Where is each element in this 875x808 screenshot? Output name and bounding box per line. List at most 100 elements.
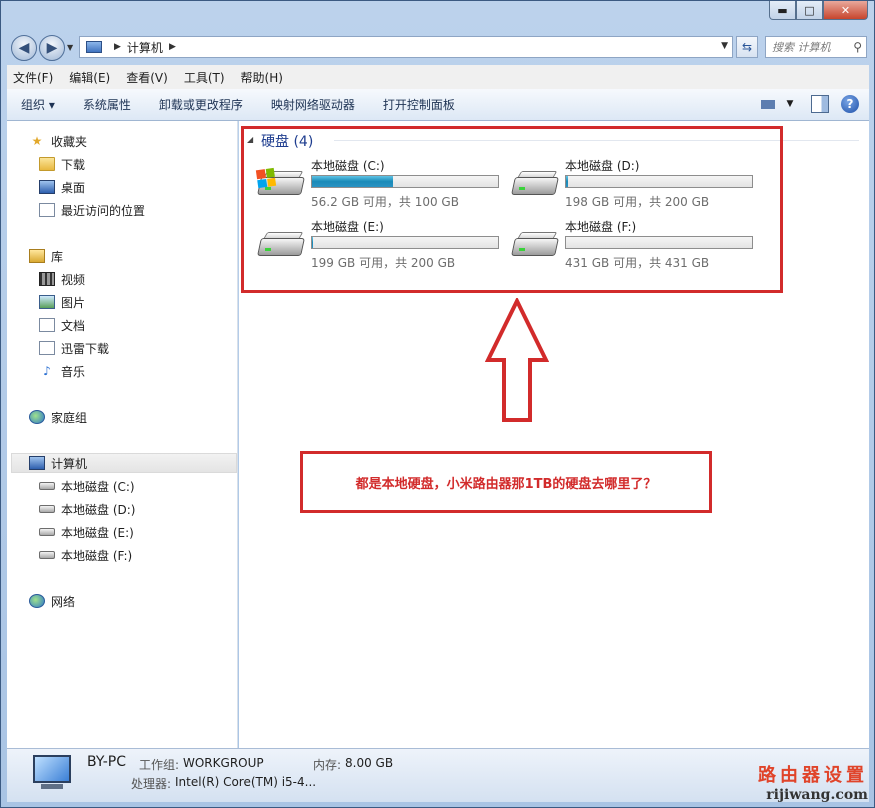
map-network-drive-button[interactable]: 映射网络驱动器 <box>271 96 355 113</box>
hard-drive-icon <box>39 528 55 536</box>
star-icon: ★ <box>31 134 43 148</box>
nav-item-label: 最近访问的位置 <box>61 203 146 218</box>
nav-item-label: 下载 <box>61 157 86 172</box>
video-icon <box>39 272 55 286</box>
pc-name: BY-PC <box>87 754 126 770</box>
annotation-up-arrow-icon <box>485 298 549 422</box>
refresh-button[interactable]: ⇆ <box>736 36 758 58</box>
recent-pages-dropdown[interactable]: ▼ <box>67 43 73 52</box>
nav-libraries[interactable]: 库 <box>29 246 63 266</box>
site-watermark: 路由器设置 rijiwang.com <box>758 761 868 803</box>
nav-item-recent-places[interactable]: 最近访问的位置 <box>39 200 145 220</box>
homegroup-icon <box>29 410 45 424</box>
recent-places-icon <box>39 203 55 217</box>
computer-icon <box>86 41 102 53</box>
annotation-highlight-box <box>241 126 783 293</box>
uninstall-program-button[interactable]: 卸载或更改程序 <box>159 96 243 113</box>
nav-computer-label: 计算机 <box>51 456 88 471</box>
nav-item-drive-d[interactable]: 本地磁盘 (D:) <box>39 499 135 519</box>
nav-item-desktop[interactable]: 桌面 <box>39 177 85 197</box>
nav-homegroup[interactable]: 家庭组 <box>29 407 87 427</box>
nav-network[interactable]: 网络 <box>29 591 75 611</box>
arrow-left-icon: ◀ <box>18 40 30 56</box>
menu-help[interactable]: 帮助(H) <box>241 69 283 86</box>
nav-item-label: 本地磁盘 (F:) <box>61 548 133 563</box>
annotation-note: 都是本地硬盘，小米路由器那1TB的硬盘去哪里了？ <box>300 451 712 513</box>
window-controls: ▬ □ ✕ <box>769 1 868 20</box>
help-icon[interactable]: ? <box>841 95 859 113</box>
organize-button[interactable]: 组织 ▾ <box>21 96 55 113</box>
annotation-note-text: 都是本地硬盘，小米路由器那1TB的硬盘去哪里了？ <box>355 476 657 492</box>
watermark-cn: 路由器设置 <box>758 765 868 786</box>
close-button[interactable]: ✕ <box>823 1 868 20</box>
menu-bar: 文件(F) 编辑(E) 查看(V) 工具(T) 帮助(H) <box>7 65 869 89</box>
nav-item-documents[interactable]: 文档 <box>39 315 85 335</box>
nav-item-label: 视频 <box>61 272 86 287</box>
nav-item-label: 文档 <box>61 318 86 333</box>
nav-item-drive-c[interactable]: 本地磁盘 (C:) <box>39 476 135 496</box>
xunlei-folder-icon <box>39 341 55 355</box>
memory-label: 内存: <box>313 758 342 772</box>
menu-view[interactable]: 查看(V) <box>126 69 168 86</box>
change-view-icon[interactable] <box>759 95 777 113</box>
back-button[interactable]: ◀ <box>11 35 37 61</box>
view-controls: ▼ ? <box>747 95 859 113</box>
library-icon <box>29 249 45 263</box>
nav-item-label: 图片 <box>61 295 86 310</box>
desktop-icon <box>39 180 55 194</box>
nav-network-label: 网络 <box>51 594 76 609</box>
explorer-window: ▬ □ ✕ ◀ ▶ ▼ ▶ 计算机 ▶ ▼ ⇆ 搜索 计算机 ⚲ 文件(F) 编… <box>0 0 875 808</box>
hard-drive-icon <box>39 551 55 559</box>
nav-item-videos[interactable]: 视频 <box>39 269 85 289</box>
computer-icon <box>29 456 45 470</box>
nav-item-label: 本地磁盘 (D:) <box>61 502 136 517</box>
command-bar: 组织 ▾ 系统属性 卸载或更改程序 映射网络驱动器 打开控制面板 ▼ ? <box>7 89 869 121</box>
view-options-dropdown-icon[interactable]: ▼ <box>781 95 799 113</box>
nav-favorites[interactable]: ★ 收藏夹 <box>29 131 87 151</box>
menu-tools[interactable]: 工具(T) <box>184 69 225 86</box>
address-bar[interactable]: ▶ 计算机 ▶ ▼ <box>79 36 733 58</box>
address-row: ◀ ▶ ▼ ▶ 计算机 ▶ ▼ ⇆ 搜索 计算机 ⚲ <box>1 31 874 63</box>
forward-button[interactable]: ▶ <box>39 35 65 61</box>
menu-edit[interactable]: 编辑(E) <box>69 69 110 86</box>
navigation-pane: ★ 收藏夹 下载 桌面 最近访问的位置 库 视频 图片 文档 迅雷下载 ♪ 音乐… <box>7 121 238 748</box>
nav-item-drive-e[interactable]: 本地磁盘 (E:) <box>39 522 134 542</box>
system-properties-button[interactable]: 系统属性 <box>83 96 131 113</box>
nav-favorites-label: 收藏夹 <box>51 134 88 149</box>
menu-file[interactable]: 文件(F) <box>13 69 53 86</box>
memory-value: 8.00 GB <box>345 756 394 770</box>
search-input[interactable]: 搜索 计算机 ⚲ <box>765 36 867 58</box>
nav-item-label: 迅雷下载 <box>61 341 110 356</box>
nav-item-xunlei-downloads[interactable]: 迅雷下载 <box>39 338 109 358</box>
breadcrumb-computer[interactable]: 计算机 <box>127 39 163 56</box>
nav-homegroup-label: 家庭组 <box>51 410 88 425</box>
nav-item-downloads[interactable]: 下载 <box>39 154 85 174</box>
arrow-right-icon: ▶ <box>46 40 58 56</box>
downloads-folder-icon <box>39 157 55 171</box>
nav-item-pictures[interactable]: 图片 <box>39 292 85 312</box>
maximize-button[interactable]: □ <box>796 1 823 20</box>
breadcrumb-separator-icon[interactable]: ▶ <box>114 42 121 52</box>
workgroup-value: WORKGROUP <box>183 756 264 770</box>
music-note-icon: ♪ <box>43 364 51 378</box>
nav-computer[interactable]: 计算机 <box>11 453 237 473</box>
minimize-button[interactable]: ▬ <box>769 1 796 20</box>
search-icon[interactable]: ⚲ <box>853 40 862 54</box>
nav-item-music[interactable]: ♪ 音乐 <box>39 361 85 381</box>
nav-item-label: 本地磁盘 (E:) <box>61 525 134 540</box>
details-pane: BY-PC 工作组: WORKGROUP 内存: 8.00 GB 处理器: In… <box>7 748 869 802</box>
title-bar: ▬ □ ✕ <box>1 1 874 31</box>
breadcrumb-separator-icon[interactable]: ▶ <box>169 42 176 52</box>
cpu-value: Intel(R) Core(TM) i5-4... <box>175 775 317 789</box>
watermark-en: rijiwang.com <box>766 787 868 803</box>
computer-icon <box>29 755 75 793</box>
pictures-icon <box>39 295 55 309</box>
address-history-dropdown-icon[interactable]: ▼ <box>721 41 728 51</box>
nav-item-label: 本地磁盘 (C:) <box>61 479 135 494</box>
nav-item-label: 音乐 <box>61 364 86 379</box>
open-control-panel-button[interactable]: 打开控制面板 <box>383 96 455 113</box>
nav-item-label: 桌面 <box>61 180 86 195</box>
nav-item-drive-f[interactable]: 本地磁盘 (F:) <box>39 545 132 565</box>
hard-drive-icon <box>39 505 55 513</box>
preview-pane-icon[interactable] <box>811 95 829 113</box>
